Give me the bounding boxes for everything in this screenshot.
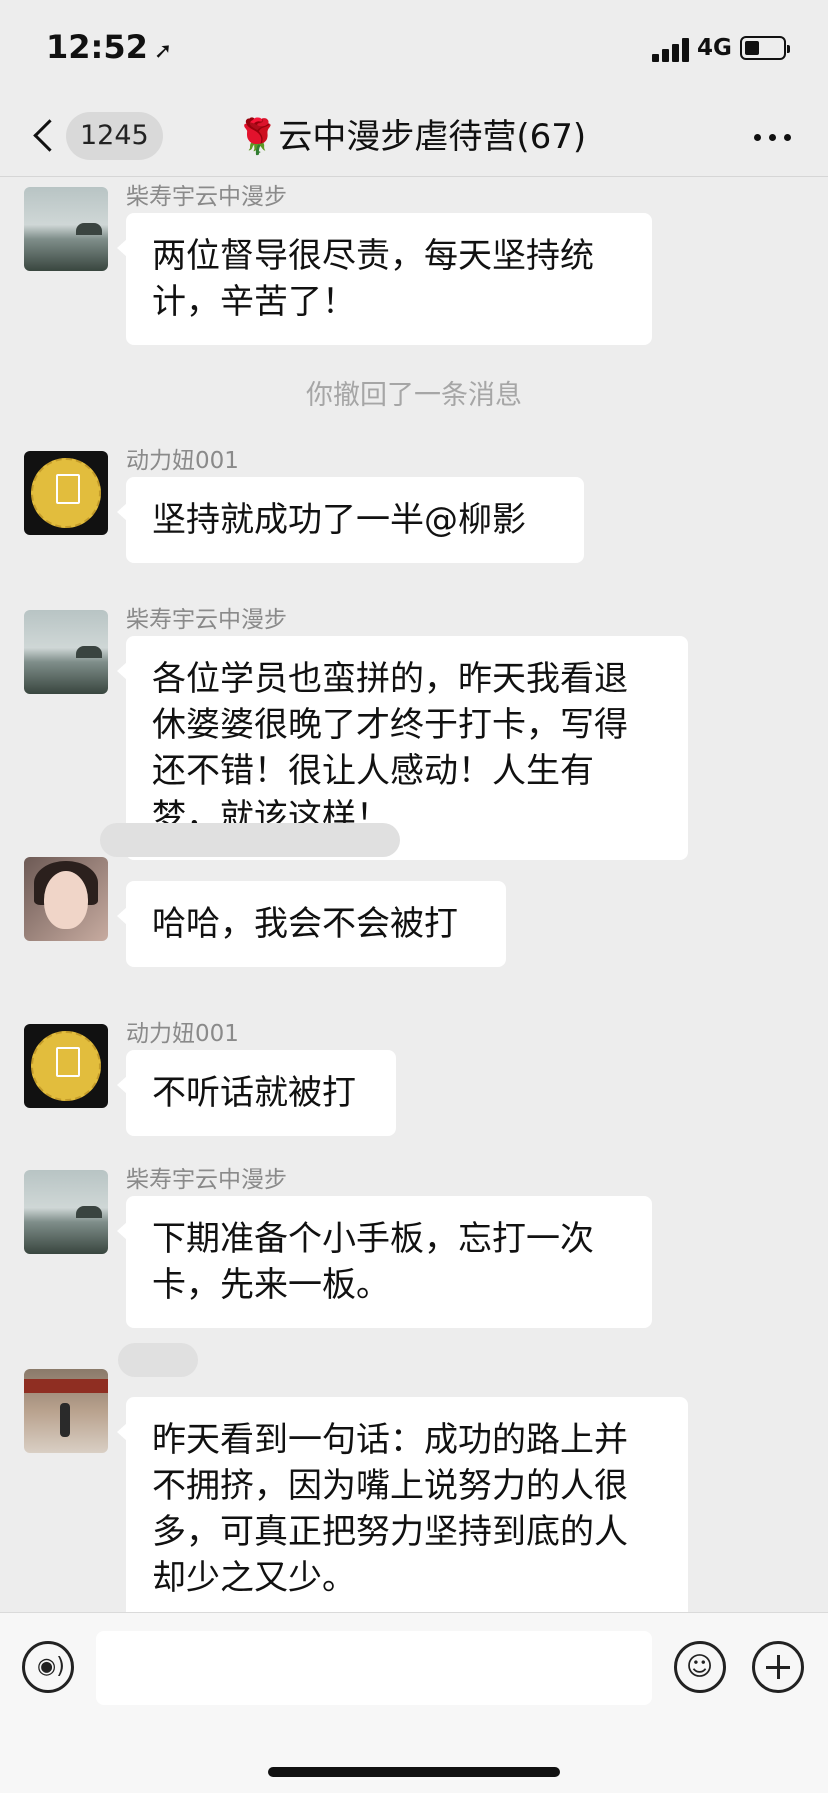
message-text: 卡，先来一板。 — [152, 1265, 390, 1305]
chat-nav-bar: 1245 🌹云中漫步虐待营(67) — [0, 100, 828, 177]
status-bar: 12:52 ➚ 4G — [0, 0, 828, 100]
message-text: 不拥挤，因为嘴上说努力的人很 — [152, 1466, 628, 1506]
location-arrow-icon: ➚ — [153, 39, 173, 64]
message-text: 不听话就被打 — [152, 1073, 356, 1113]
add-more-icon[interactable] — [752, 1641, 804, 1693]
sender-name: 柴寿宇云中漫步 — [126, 1167, 287, 1193]
sender-name: 柴寿宇云中漫步 — [126, 607, 287, 633]
message-text: 昨天看到一句话：成功的路上并 — [152, 1420, 628, 1460]
cellular-signal-icon — [652, 38, 692, 62]
avatar[interactable] — [24, 610, 108, 694]
more-options-icon[interactable] — [748, 122, 798, 152]
blurred-sender-name — [118, 1343, 198, 1377]
back-chevron-icon[interactable] — [28, 112, 62, 162]
home-indicator — [268, 1767, 560, 1777]
chat-title: 🌹云中漫步虐待营(67) — [236, 117, 587, 157]
sender-name: 动力妞001 — [126, 1021, 239, 1047]
message-bubble[interactable]: 哈哈，我会不会被打 — [117, 881, 506, 967]
message-bubble[interactable]: 两位督导很尽责，每天坚持统 计，辛苦了！ — [117, 213, 652, 345]
message-input[interactable] — [96, 1631, 652, 1705]
voice-input-icon[interactable]: ◉) — [22, 1641, 74, 1693]
message-text: 却少之又少。 — [152, 1558, 356, 1598]
message-text: 多，可真正把努力坚持到底的人 — [152, 1512, 628, 1552]
message-text: 坚持就成功了一半@柳影 — [152, 500, 526, 540]
network-type: 4G — [697, 35, 732, 61]
unread-count-badge[interactable]: 1245 — [66, 112, 163, 160]
avatar[interactable] — [24, 187, 108, 271]
recalled-message-notice: 你撤回了一条消息 — [306, 380, 522, 411]
avatar[interactable] — [24, 1170, 108, 1254]
message-text: 计，辛苦了！ — [152, 282, 356, 322]
sender-name: 动力妞001 — [126, 448, 239, 474]
avatar[interactable] — [24, 1369, 108, 1453]
message-bubble[interactable]: 下期准备个小手板，忘打一次 卡，先来一板。 — [117, 1196, 652, 1328]
emoji-icon[interactable]: ☺ — [674, 1641, 726, 1693]
message-bubble[interactable]: 昨天看到一句话：成功的路上并 不拥挤，因为嘴上说努力的人很 多，可真正把努力坚持… — [117, 1397, 688, 1612]
message-text: 休婆婆很晚了才终于打卡，写得 — [152, 705, 628, 745]
message-text: 两位督导很尽责，每天坚持统 — [152, 236, 594, 276]
battery-icon — [740, 36, 790, 60]
message-bubble[interactable]: 不听话就被打 — [117, 1050, 396, 1136]
message-text: 各位学员也蛮拼的，昨天我看退 — [152, 659, 628, 699]
message-text: 下期准备个小手板，忘打一次 — [152, 1219, 594, 1259]
message-bubble[interactable]: 坚持就成功了一半@柳影 — [117, 477, 584, 563]
avatar[interactable] — [24, 1024, 108, 1108]
sender-name: 柴寿宇云中漫步 — [126, 184, 287, 210]
message-text: 还不错！很让人感动！人生有 — [152, 751, 594, 791]
avatar[interactable] — [24, 451, 108, 535]
chat-message-list[interactable]: 柴寿宇云中漫步 两位督导很尽责，每天坚持统 计，辛苦了！ 你撤回了一条消息 动力… — [0, 177, 828, 1612]
avatar[interactable] — [24, 857, 108, 941]
status-time: 12:52 ➚ — [46, 28, 173, 66]
message-text: 哈哈，我会不会被打 — [152, 904, 458, 944]
blurred-sender-name — [100, 823, 400, 857]
message-input-bar: ◉) ☺ — [0, 1612, 828, 1793]
